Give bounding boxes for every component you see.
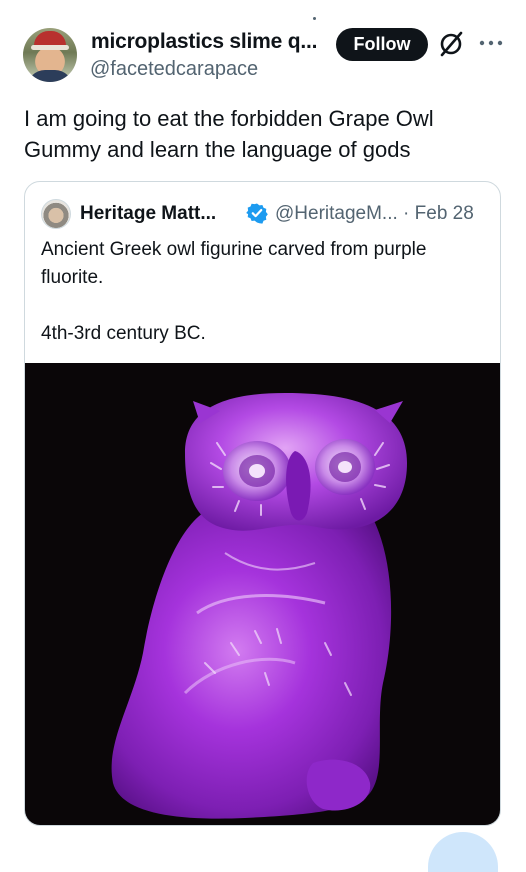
quoted-text-line: 4th-3rd century BC.	[41, 323, 206, 344]
avatar-cap-brim	[31, 45, 69, 50]
verified-badge-icon	[246, 203, 268, 224]
compose-fab-partial[interactable]	[428, 832, 498, 872]
follow-button[interactable]: Follow	[336, 28, 428, 61]
status-dot	[313, 17, 316, 20]
owl-figurine-image[interactable]	[25, 363, 500, 825]
tweet-text: I am going to eat the forbidden Grape Ow…	[24, 106, 434, 162]
avatar-shirt	[27, 70, 73, 82]
quoted-handle-date[interactable]: @HeritageM... · Feb 28	[275, 203, 474, 225]
grok-icon[interactable]	[438, 31, 464, 57]
quoted-author-name[interactable]: Heritage Matt...	[80, 203, 216, 225]
author-avatar[interactable]	[23, 28, 77, 82]
more-icon[interactable]	[478, 38, 504, 48]
author-handle[interactable]: @facetedcarapace	[90, 58, 258, 81]
quoted-text-line: Ancient Greek owl figurine carved from p…	[41, 239, 427, 288]
owl-figurine-illustration	[111, 393, 407, 819]
quoted-author-avatar[interactable]	[41, 199, 71, 229]
quoted-tweet-card[interactable]: Heritage Matt... @HeritageM... · Feb 28 …	[24, 181, 501, 826]
quoted-tweet-text: Ancient Greek owl figurine carved from p…	[41, 236, 486, 348]
author-display-name[interactable]: microplastics slime q...	[91, 30, 317, 54]
